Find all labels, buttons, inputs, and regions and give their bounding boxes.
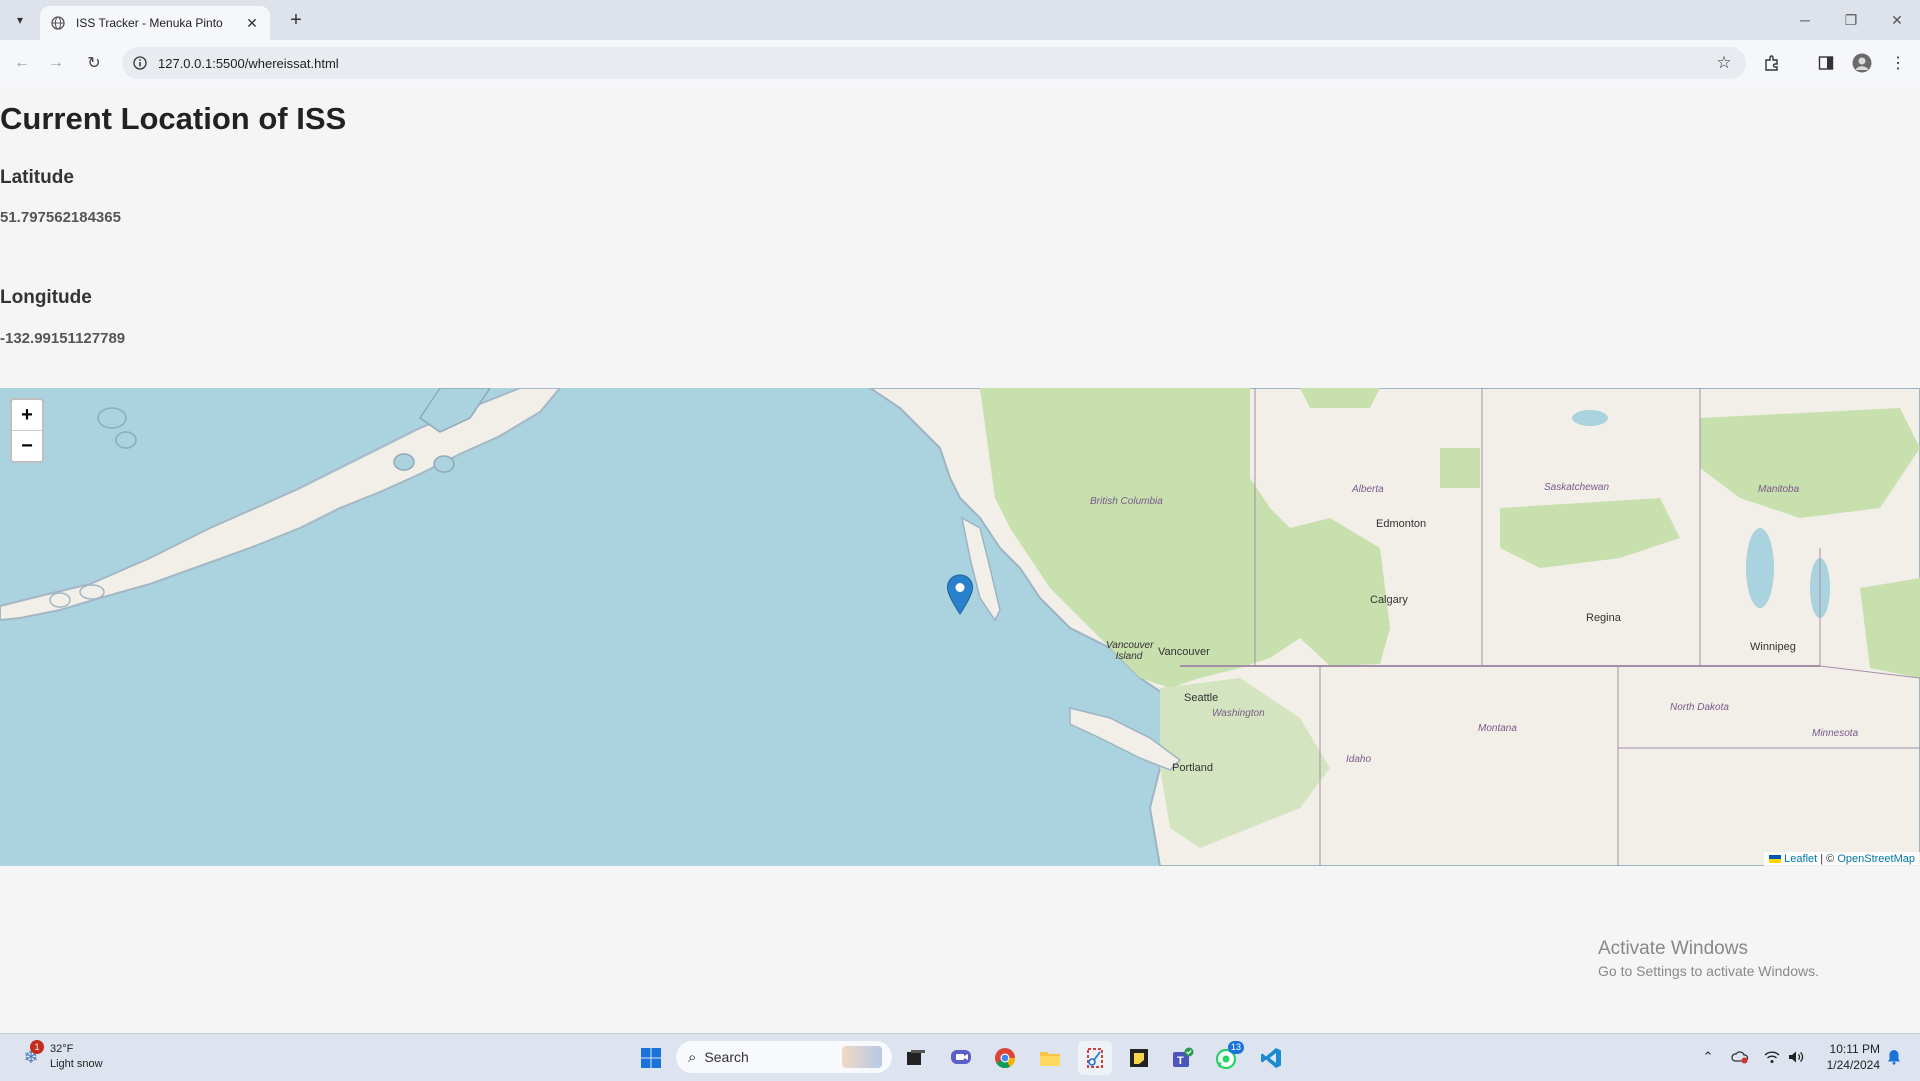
globe-icon <box>50 15 66 31</box>
file-explorer-icon[interactable] <box>1033 1041 1067 1075</box>
longitude-label: Longitude <box>0 287 92 308</box>
reload-icon[interactable]: ↻ <box>82 51 106 75</box>
tab-iss-tracker[interactable]: ISS Tracker - Menuka Pinto ✕ <box>40 6 270 40</box>
system-clock[interactable]: 10:11 PM 1/24/2024 <box>1808 1041 1880 1073</box>
side-panel-icon[interactable] <box>1814 51 1838 75</box>
menu-kebab-icon[interactable]: ⋮ <box>1886 51 1910 75</box>
notification-bell-icon[interactable] <box>1884 1047 1904 1067</box>
snipping-tool-icon[interactable] <box>1078 1041 1112 1075</box>
attribution-separator: | © <box>1817 853 1838 865</box>
search-icon: ⌕ <box>688 1048 697 1066</box>
tray-overflow-chevron-icon[interactable]: ⌃ <box>1698 1047 1718 1067</box>
zoom-in-button[interactable]: + <box>12 400 42 431</box>
label-portland: Portland <box>1172 762 1213 774</box>
wifi-icon[interactable] <box>1762 1047 1782 1067</box>
new-tab-button[interactable]: + <box>284 8 308 32</box>
weather-description: Light snow <box>50 1058 103 1070</box>
onedrive-sync-icon[interactable] <box>1730 1047 1750 1067</box>
label-montana: Montana <box>1478 723 1517 734</box>
map-tiles <box>0 388 1920 866</box>
label-vancouver: Vancouver <box>1158 646 1210 658</box>
clock-date: 1/24/2024 <box>1826 1058 1880 1072</box>
volume-icon[interactable] <box>1786 1047 1806 1067</box>
tab-close-icon[interactable]: ✕ <box>244 15 260 31</box>
zoom-control: + − <box>10 398 44 463</box>
bookmark-star-icon[interactable]: ☆ <box>1714 53 1734 73</box>
back-icon[interactable]: ← <box>10 51 34 75</box>
search-highlight-icon <box>842 1046 882 1068</box>
profile-avatar-icon[interactable] <box>1850 51 1874 75</box>
zoom-out-button[interactable]: − <box>12 431 42 461</box>
label-seattle: Seattle <box>1184 692 1219 704</box>
osm-link[interactable]: OpenStreetMap <box>1837 853 1915 865</box>
label-british-columbia: British Columbia <box>1090 496 1163 507</box>
label-north-dakota: North Dakota <box>1670 702 1729 713</box>
weather-widget[interactable]: ❄ 1 32°F Light snow <box>18 1040 103 1072</box>
forward-icon[interactable]: → <box>44 51 68 75</box>
iss-map[interactable]: British Columbia Alberta Saskatchewan Ma… <box>0 388 1920 866</box>
label-washington: Washington <box>1212 708 1265 719</box>
label-alberta: Alberta <box>1352 484 1384 495</box>
label-manitoba: Manitoba <box>1758 484 1800 495</box>
activate-windows-title: Activate Windows <box>1598 938 1748 959</box>
restore-icon[interactable]: ❐ <box>1836 8 1866 32</box>
label-vancouver-island: Vancouver Island <box>1106 640 1154 662</box>
tab-search-icon[interactable]: ▾ <box>8 8 32 32</box>
minimize-icon[interactable]: ─ <box>1790 8 1820 32</box>
page-content: Current Location of ISS Latitude 51.7975… <box>0 87 1920 1033</box>
label-winnipeg: Winnipeg <box>1750 641 1796 653</box>
taskbar-search-box[interactable]: ⌕ Search <box>676 1041 892 1073</box>
teams-icon[interactable]: T <box>1166 1041 1200 1075</box>
svg-text:T: T <box>1177 1055 1184 1067</box>
chat-app-icon[interactable] <box>944 1041 978 1075</box>
label-calgary: Calgary <box>1370 594 1408 606</box>
weather-temperature: 32°F <box>50 1043 74 1055</box>
task-view-icon[interactable] <box>899 1041 933 1075</box>
label-minnesota: Minnesota <box>1812 728 1859 739</box>
url-text: 127.0.0.1:5500/whereissat.html <box>158 55 339 71</box>
extensions-icon[interactable] <box>1760 51 1784 75</box>
latitude-label: Latitude <box>0 167 74 188</box>
label-saskatchewan: Saskatchewan <box>1544 482 1610 493</box>
snow-weather-icon: ❄ 1 <box>18 1040 44 1070</box>
chrome-browser-icon[interactable] <box>988 1041 1022 1075</box>
latitude-value: 51.797562184365 <box>0 209 121 226</box>
longitude-value: -132.99151127789 <box>0 330 126 347</box>
iss-location-marker-icon[interactable] <box>946 574 974 616</box>
tab-strip: ▾ ISS Tracker - Menuka Pinto ✕ + ─ ❐ ✕ <box>0 0 1920 40</box>
tab-title: ISS Tracker - Menuka Pinto <box>76 16 223 30</box>
weather-badge: 1 <box>30 1040 44 1054</box>
close-window-icon[interactable]: ✕ <box>1882 8 1912 32</box>
map-attribution: Leaflet | © OpenStreetMap <box>1764 852 1920 866</box>
windows-taskbar: ❄ 1 32°F Light snow ⌕ Search T 13 ⌃ 10:1… <box>0 1033 1920 1081</box>
page-title: Current Location of ISS <box>0 101 347 136</box>
start-button-windows-icon[interactable] <box>634 1041 668 1075</box>
label-idaho: Idaho <box>1346 754 1372 765</box>
whatsapp-icon[interactable]: 13 <box>1210 1041 1245 1075</box>
activate-windows-subtitle: Go to Settings to activate Windows. <box>1598 963 1819 979</box>
browser-toolbar: ← → ↻ 127.0.0.1:5500/whereissat.html ☆ ⋮ <box>0 40 1920 88</box>
leaflet-link[interactable]: Leaflet <box>1784 853 1817 865</box>
label-regina: Regina <box>1586 612 1621 624</box>
clock-time: 10:11 PM <box>1829 1042 1880 1056</box>
activate-windows-watermark: Activate Windows Go to Settings to activ… <box>1598 938 1819 979</box>
ukraine-flag-icon <box>1769 855 1782 864</box>
taskbar-search-placeholder: Search <box>704 1049 749 1065</box>
address-bar[interactable]: 127.0.0.1:5500/whereissat.html ☆ <box>122 47 1746 79</box>
site-info-icon[interactable] <box>132 55 148 71</box>
label-edmonton: Edmonton <box>1376 518 1427 530</box>
sticky-notes-icon[interactable] <box>1122 1041 1156 1075</box>
vscode-icon[interactable] <box>1254 1041 1288 1075</box>
browser-chrome: ▾ ISS Tracker - Menuka Pinto ✕ + ─ ❐ ✕ ←… <box>0 0 1920 88</box>
whatsapp-badge: 13 <box>1228 1041 1245 1054</box>
